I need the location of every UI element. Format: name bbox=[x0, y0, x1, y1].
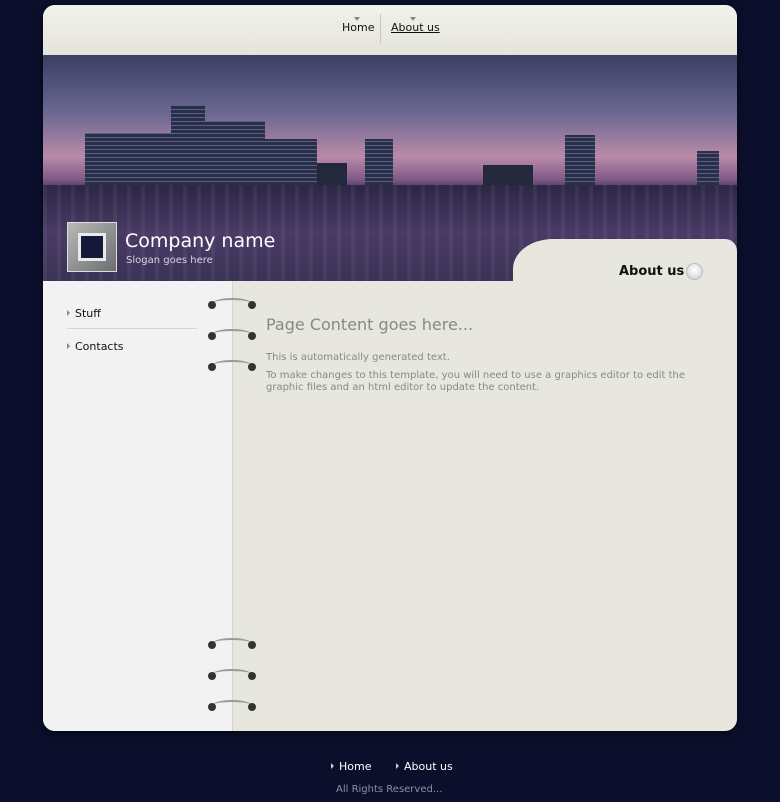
sidebar-item-stuff[interactable]: Stuff bbox=[67, 307, 101, 320]
ring-wire bbox=[213, 298, 251, 308]
ring-hole bbox=[208, 641, 216, 649]
sidebar-item-label: Contacts bbox=[75, 340, 124, 353]
ring-hole bbox=[208, 363, 216, 371]
ring-hole bbox=[208, 672, 216, 680]
sidebar: Stuff Contacts bbox=[43, 281, 233, 731]
sidebar-item-label: Stuff bbox=[75, 307, 101, 320]
section-tab: About us bbox=[513, 239, 737, 299]
ring-hole bbox=[248, 363, 256, 371]
binder-ring-icon bbox=[208, 700, 256, 712]
nav-about-link[interactable]: About us bbox=[391, 17, 440, 34]
copyright-text: All Rights Reserved... bbox=[336, 784, 443, 795]
main-content: Page Content goes here... This is automa… bbox=[266, 305, 686, 400]
nav-home-label: Home bbox=[342, 21, 375, 34]
ring-hole bbox=[208, 301, 216, 309]
arrow-right-icon bbox=[331, 763, 334, 769]
logo-icon bbox=[67, 222, 117, 272]
footer-about-label: About us bbox=[404, 760, 453, 773]
ring-wire bbox=[213, 329, 251, 339]
ring-wire bbox=[213, 700, 251, 710]
building-graphic bbox=[565, 135, 595, 185]
content-paragraph: To make changes to this template, you wi… bbox=[266, 370, 686, 393]
ring-hole bbox=[208, 332, 216, 340]
building-graphic bbox=[365, 139, 393, 185]
ring-hole bbox=[248, 301, 256, 309]
ring-wire bbox=[213, 360, 251, 370]
binder-ring-icon bbox=[208, 638, 256, 650]
sidebar-item-contacts[interactable]: Contacts bbox=[67, 340, 124, 353]
building-graphic bbox=[317, 163, 347, 185]
company-name: Company name bbox=[125, 230, 276, 252]
footer-navigation: Home About us bbox=[0, 760, 780, 774]
slogan: Slogan goes here bbox=[126, 255, 213, 266]
nav-home-link[interactable]: Home bbox=[342, 17, 375, 34]
logo-inner-square bbox=[78, 233, 106, 261]
footer-home-link[interactable]: Home bbox=[331, 760, 371, 773]
building-graphic bbox=[205, 121, 265, 185]
building-graphic bbox=[483, 165, 533, 185]
binder-ring-icon bbox=[208, 329, 256, 341]
page-title: Page Content goes here... bbox=[266, 315, 474, 334]
circle-bullet-icon bbox=[686, 263, 703, 280]
building-graphic bbox=[85, 133, 175, 185]
binder-ring-icon bbox=[208, 669, 256, 681]
arrow-right-icon bbox=[67, 310, 70, 316]
dropdown-indicator-icon bbox=[354, 17, 360, 21]
footer-about-link[interactable]: About us bbox=[396, 760, 453, 773]
ring-wire bbox=[213, 638, 251, 648]
ring-hole bbox=[248, 672, 256, 680]
ring-hole bbox=[248, 332, 256, 340]
nav-about-label: About us bbox=[391, 21, 440, 34]
ring-wire bbox=[213, 669, 251, 679]
dropdown-indicator-icon bbox=[410, 17, 416, 21]
binder-ring-icon bbox=[208, 360, 256, 372]
top-navigation: Home About us bbox=[43, 5, 737, 56]
ring-hole bbox=[248, 703, 256, 711]
footer-home-label: Home bbox=[339, 760, 372, 773]
binder-ring-icon bbox=[208, 298, 256, 310]
section-tab-title: About us bbox=[619, 264, 685, 279]
ring-hole bbox=[248, 641, 256, 649]
content-paragraph: This is automatically generated text. bbox=[266, 352, 450, 363]
nav-separator bbox=[380, 14, 381, 44]
building-graphic bbox=[697, 151, 719, 185]
arrow-right-icon bbox=[396, 763, 399, 769]
page-frame: Home About us Company name Slogan goes h… bbox=[43, 5, 737, 731]
arrow-right-icon bbox=[67, 343, 70, 349]
building-graphic bbox=[265, 139, 317, 185]
sidebar-divider bbox=[67, 328, 197, 329]
building-graphic bbox=[171, 105, 205, 185]
ring-hole bbox=[208, 703, 216, 711]
